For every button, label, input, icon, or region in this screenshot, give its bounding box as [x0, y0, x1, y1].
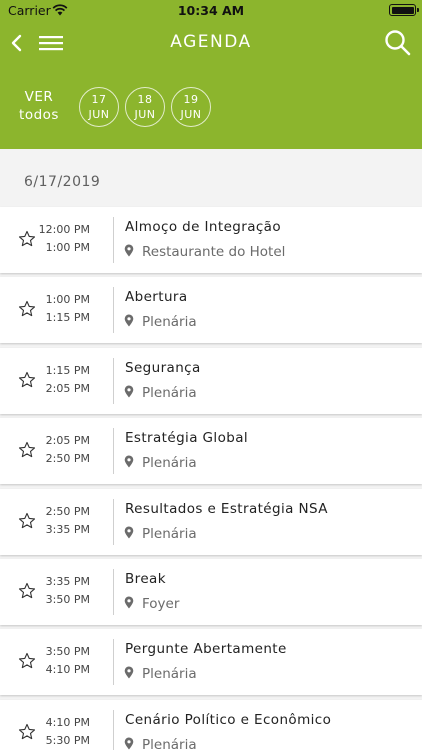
search-icon[interactable]: [382, 27, 414, 59]
session-end-time: 1:15 PM: [45, 311, 90, 325]
divider: [113, 287, 114, 334]
session-start-time: 1:00 PM: [45, 293, 90, 307]
session-location-label: Plenária: [142, 455, 197, 472]
location-pin-icon: [124, 385, 134, 398]
battery-icon: [389, 4, 419, 16]
page-title: AGENDA: [170, 32, 252, 52]
session-title: Almoço de Integração: [125, 219, 282, 235]
day-number: 18: [137, 93, 153, 106]
favorite-star-icon[interactable]: [17, 581, 37, 601]
session-location: Plenária: [124, 314, 197, 330]
session-location: Foyer: [124, 596, 179, 612]
status-bar: Carrier 10:34 AM: [0, 0, 422, 22]
session-card[interactable]: 2:50 PM 3:35 PM Resultados e Estratégia …: [0, 488, 422, 555]
location-pin-icon: [124, 455, 134, 468]
session-start-time: 12:00 PM: [38, 223, 90, 236]
session-title: Resultados e Estratégia NSA: [125, 500, 328, 517]
divider: [113, 498, 114, 545]
favorite-star-icon[interactable]: [17, 229, 37, 249]
session-title: Abertura: [125, 289, 188, 306]
session-start-time: 4:10 PM: [45, 715, 90, 729]
session-end-time: 4:10 PM: [45, 663, 90, 677]
session-title: Segurança: [125, 359, 201, 376]
day-filter-18[interactable]: 18 JUN: [125, 87, 165, 127]
divider: [113, 357, 114, 404]
location-pin-icon: [124, 666, 134, 679]
session-location-label: Plenária: [142, 384, 197, 401]
divider: [113, 709, 114, 750]
session-start-time: 2:05 PM: [45, 434, 90, 448]
day-filter-17[interactable]: 17 JUN: [79, 87, 119, 127]
session-card[interactable]: 2:05 PM 2:50 PM Estratégia Global Plenár…: [0, 418, 422, 485]
session-start-time: 3:35 PM: [45, 574, 90, 588]
session-location-label: Foyer: [142, 595, 180, 612]
view-all-line1: VER: [24, 89, 54, 105]
session-end-time: 3:35 PM: [45, 522, 90, 536]
favorite-star-icon[interactable]: [17, 440, 37, 460]
session-end-time: 2:50 PM: [45, 452, 90, 466]
session-start-time: 1:15 PM: [45, 363, 90, 377]
session-title: Estratégia Global: [125, 430, 249, 447]
divider: [113, 428, 114, 475]
favorite-star-icon[interactable]: [17, 299, 37, 319]
session-title: Cenário Político e Econômico: [125, 711, 332, 728]
divider: [113, 568, 114, 615]
session-location: Plenária: [124, 455, 197, 471]
session-list: 12:00 PM 1:00 PM Almoço de Integração Re…: [0, 207, 422, 750]
session-location: Plenária: [124, 385, 197, 401]
session-end-time: 5:30 PM: [45, 733, 90, 747]
session-title: Break: [125, 570, 166, 587]
location-pin-icon: [124, 526, 134, 539]
clock: 10:34 AM: [177, 3, 245, 18]
session-card[interactable]: 12:00 PM 1:00 PM Almoço de Integração Re…: [0, 207, 422, 273]
app-header: Carrier 10:34 AM AGENDA VER todos 17 JUN…: [0, 0, 422, 149]
day-month: JUN: [180, 108, 202, 121]
session-location-label: Restaurante do Hotel: [142, 244, 286, 260]
session-location: Plenária: [124, 526, 197, 542]
session-card[interactable]: 1:15 PM 2:05 PM Segurança Plenária: [0, 347, 422, 414]
day-filter-19[interactable]: 19 JUN: [171, 87, 211, 127]
favorite-star-icon[interactable]: [17, 511, 37, 531]
session-title: Pergunte Abertamente: [125, 641, 287, 658]
view-all-line2: todos: [19, 107, 59, 123]
session-card[interactable]: 3:35 PM 3:50 PM Break Foyer: [0, 558, 422, 625]
location-pin-icon: [124, 596, 134, 609]
location-pin-icon: [124, 314, 134, 327]
session-card[interactable]: 1:00 PM 1:15 PM Abertura Plenária: [0, 277, 422, 344]
session-end-time: 1:00 PM: [45, 241, 90, 254]
favorite-star-icon[interactable]: [17, 370, 37, 390]
favorite-star-icon[interactable]: [17, 722, 37, 742]
session-location: Restaurante do Hotel: [124, 244, 285, 260]
session-location: Plenária: [124, 737, 197, 750]
session-end-time: 2:05 PM: [45, 381, 90, 395]
session-card[interactable]: 4:10 PM 5:30 PM Cenário Político e Econô…: [0, 699, 422, 750]
day-number: 19: [183, 93, 199, 106]
day-number: 17: [91, 93, 107, 106]
day-month: JUN: [134, 108, 156, 121]
day-month: JUN: [88, 108, 110, 121]
session-location-label: Plenária: [142, 736, 197, 750]
session-location-label: Plenária: [142, 666, 197, 683]
session-end-time: 3:50 PM: [45, 592, 90, 606]
session-location-label: Plenária: [142, 314, 197, 331]
session-card[interactable]: 3:50 PM 4:10 PM Pergunte Abertamente Ple…: [0, 629, 422, 696]
location-pin-icon: [124, 737, 134, 750]
session-start-time: 3:50 PM: [45, 645, 90, 659]
session-start-time: 2:50 PM: [45, 504, 90, 518]
divider: [113, 639, 114, 686]
date-section-heading: 6/17/2019: [24, 174, 101, 190]
favorite-star-icon[interactable]: [17, 651, 37, 671]
location-pin-icon: [124, 244, 134, 257]
session-location: Plenária: [124, 666, 197, 682]
divider: [113, 217, 114, 263]
session-location-label: Plenária: [142, 525, 197, 542]
view-all-days-button[interactable]: VER todos: [16, 88, 62, 124]
